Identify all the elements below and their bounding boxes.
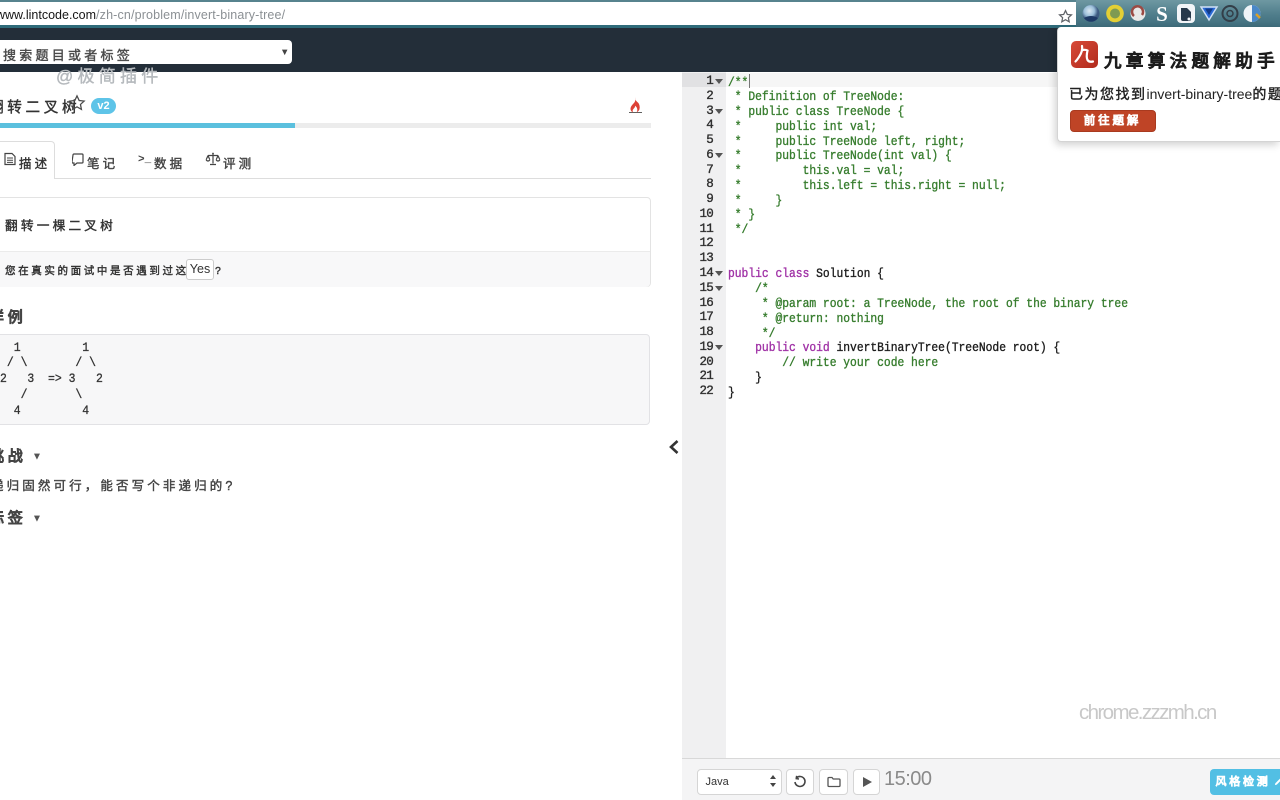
svg-text:S: S xyxy=(1156,2,1168,26)
